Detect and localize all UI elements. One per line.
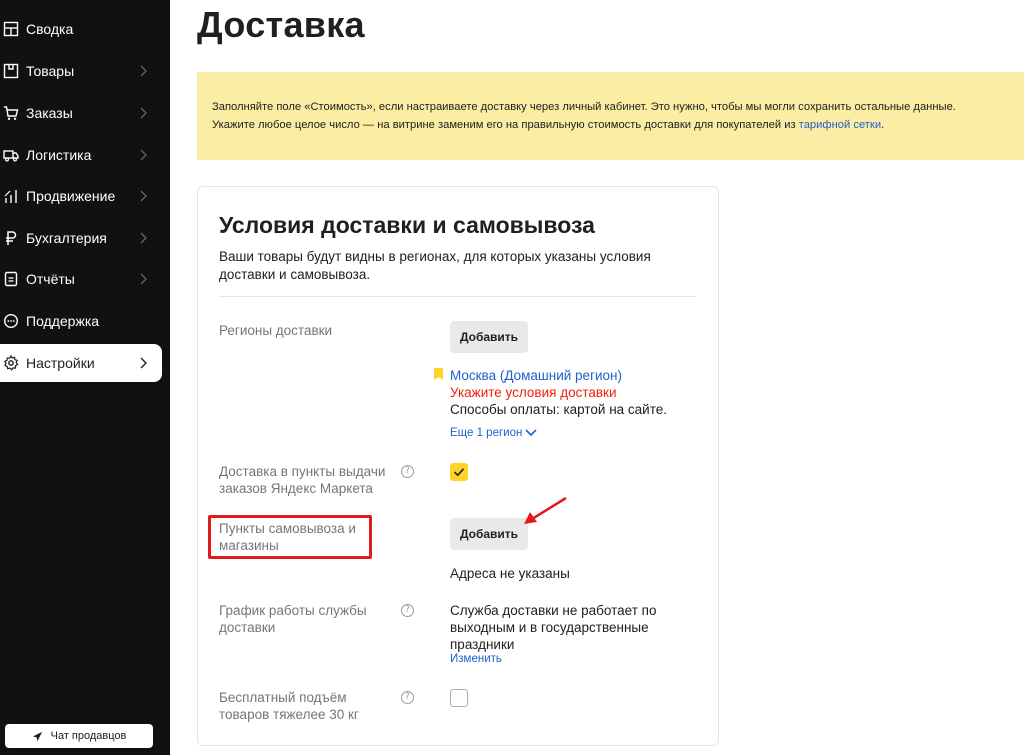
add-pickup-store-button[interactable]: Добавить [450, 518, 528, 550]
sidebar: Сводка Товары Заказы Логистика Продвижен… [0, 0, 170, 755]
regions-label: Регионы доставки [219, 323, 333, 338]
schedule-label: График работы службы доставки [219, 603, 367, 635]
sidebar-item-orders[interactable]: Заказы [0, 94, 162, 132]
sidebar-item-label: Товары [26, 63, 75, 79]
highlight-box [208, 515, 372, 559]
change-schedule-link[interactable]: Изменить [450, 653, 502, 665]
sidebar-item-products[interactable]: Товары [0, 52, 162, 90]
sidebar-item-label: Отчёты [26, 271, 75, 287]
market-pickup-checkbox[interactable] [450, 463, 468, 481]
sidebar-item-accounting[interactable]: Бухгалтерия [0, 219, 162, 257]
seller-chat-button[interactable]: Чат продавцов [5, 724, 153, 748]
notice-line-1: Заполняйте поле «Стоимость», если настра… [212, 101, 956, 113]
help-icon[interactable]: ? [401, 691, 414, 704]
notice-banner: Заполняйте поле «Стоимость», если настра… [197, 72, 1024, 160]
schedule-text: Служба доставки не работает по выходным … [450, 603, 657, 652]
chevron-right-icon [140, 149, 147, 161]
chevron-right-icon [140, 190, 147, 202]
sidebar-item-settings[interactable]: Настройки [0, 344, 162, 382]
annotation-arrow-icon [524, 496, 567, 524]
payment-methods: Способы оплаты: картой на сайте. [450, 402, 668, 417]
report-icon [0, 268, 22, 290]
support-icon [0, 310, 22, 332]
sidebar-item-promotion[interactable]: Продвижение [0, 177, 162, 215]
ruble-icon [0, 227, 22, 249]
notice-line-2: Укажите любое целое число — на витрине з… [212, 116, 1024, 134]
add-region-button[interactable]: Добавить [450, 321, 528, 353]
seller-chat-label: Чат продавцов [50, 730, 127, 742]
truck-icon [0, 144, 22, 166]
sidebar-item-reports[interactable]: Отчёты [0, 260, 162, 298]
chevron-right-icon [140, 232, 147, 244]
card-description: Ваши товары будут видны в регионах, для … [219, 249, 651, 282]
cart-icon [0, 102, 22, 124]
sidebar-item-label: Продвижение [26, 188, 116, 204]
chevron-down-icon [525, 429, 537, 437]
send-icon [32, 731, 42, 741]
free-lift-checkbox[interactable] [450, 689, 468, 707]
card-title: Условия доставки и самовывоза [219, 212, 595, 238]
sidebar-item-label: Бухгалтерия [26, 230, 107, 246]
sidebar-item-label: Логистика [26, 147, 92, 163]
gear-icon [0, 352, 22, 374]
chevron-right-icon [140, 273, 147, 285]
sidebar-item-dashboard[interactable]: Сводка [0, 10, 162, 48]
help-icon[interactable]: ? [401, 604, 414, 617]
sidebar-item-label: Сводка [26, 21, 74, 37]
chart-icon [0, 185, 22, 207]
region-link[interactable]: Москва (Домашний регион) [450, 367, 622, 384]
notice-line-2-suffix: . [881, 119, 885, 131]
region-warning: Укажите условия доставки [450, 385, 617, 400]
products-icon [0, 60, 22, 82]
more-regions-label: Еще 1 регион [450, 427, 523, 439]
market-pickup-label: Доставка в пункты выдачи заказов Яндекс … [219, 464, 386, 496]
delivery-conditions-card: Условия доставки и самовывоза Ваши товар… [197, 186, 719, 746]
sidebar-item-label: Настройки [26, 355, 95, 371]
sidebar-item-logistics[interactable]: Логистика [0, 136, 162, 174]
notice-line-2-text: Укажите любое целое число — на витрине з… [212, 119, 799, 131]
check-icon [453, 468, 465, 477]
page-title: Доставка [197, 4, 365, 45]
pickup-stores-status: Адреса не указаны [450, 566, 570, 581]
tariff-grid-link[interactable]: тарифной сетки [799, 119, 881, 131]
home-region-flag-icon [434, 368, 443, 380]
help-icon[interactable]: ? [401, 465, 414, 478]
dashboard-icon [0, 18, 22, 40]
sidebar-item-label: Заказы [26, 105, 73, 121]
sidebar-item-support[interactable]: Поддержка [0, 302, 162, 340]
more-regions-link[interactable]: Еще 1 регион [450, 427, 538, 439]
chevron-right-icon [140, 107, 147, 119]
chevron-right-icon [140, 357, 147, 369]
free-lift-label: Бесплатный подъём товаров тяжелее 30 кг [219, 690, 359, 722]
chevron-right-icon [140, 65, 147, 77]
divider [219, 296, 696, 297]
sidebar-item-label: Поддержка [26, 313, 100, 329]
